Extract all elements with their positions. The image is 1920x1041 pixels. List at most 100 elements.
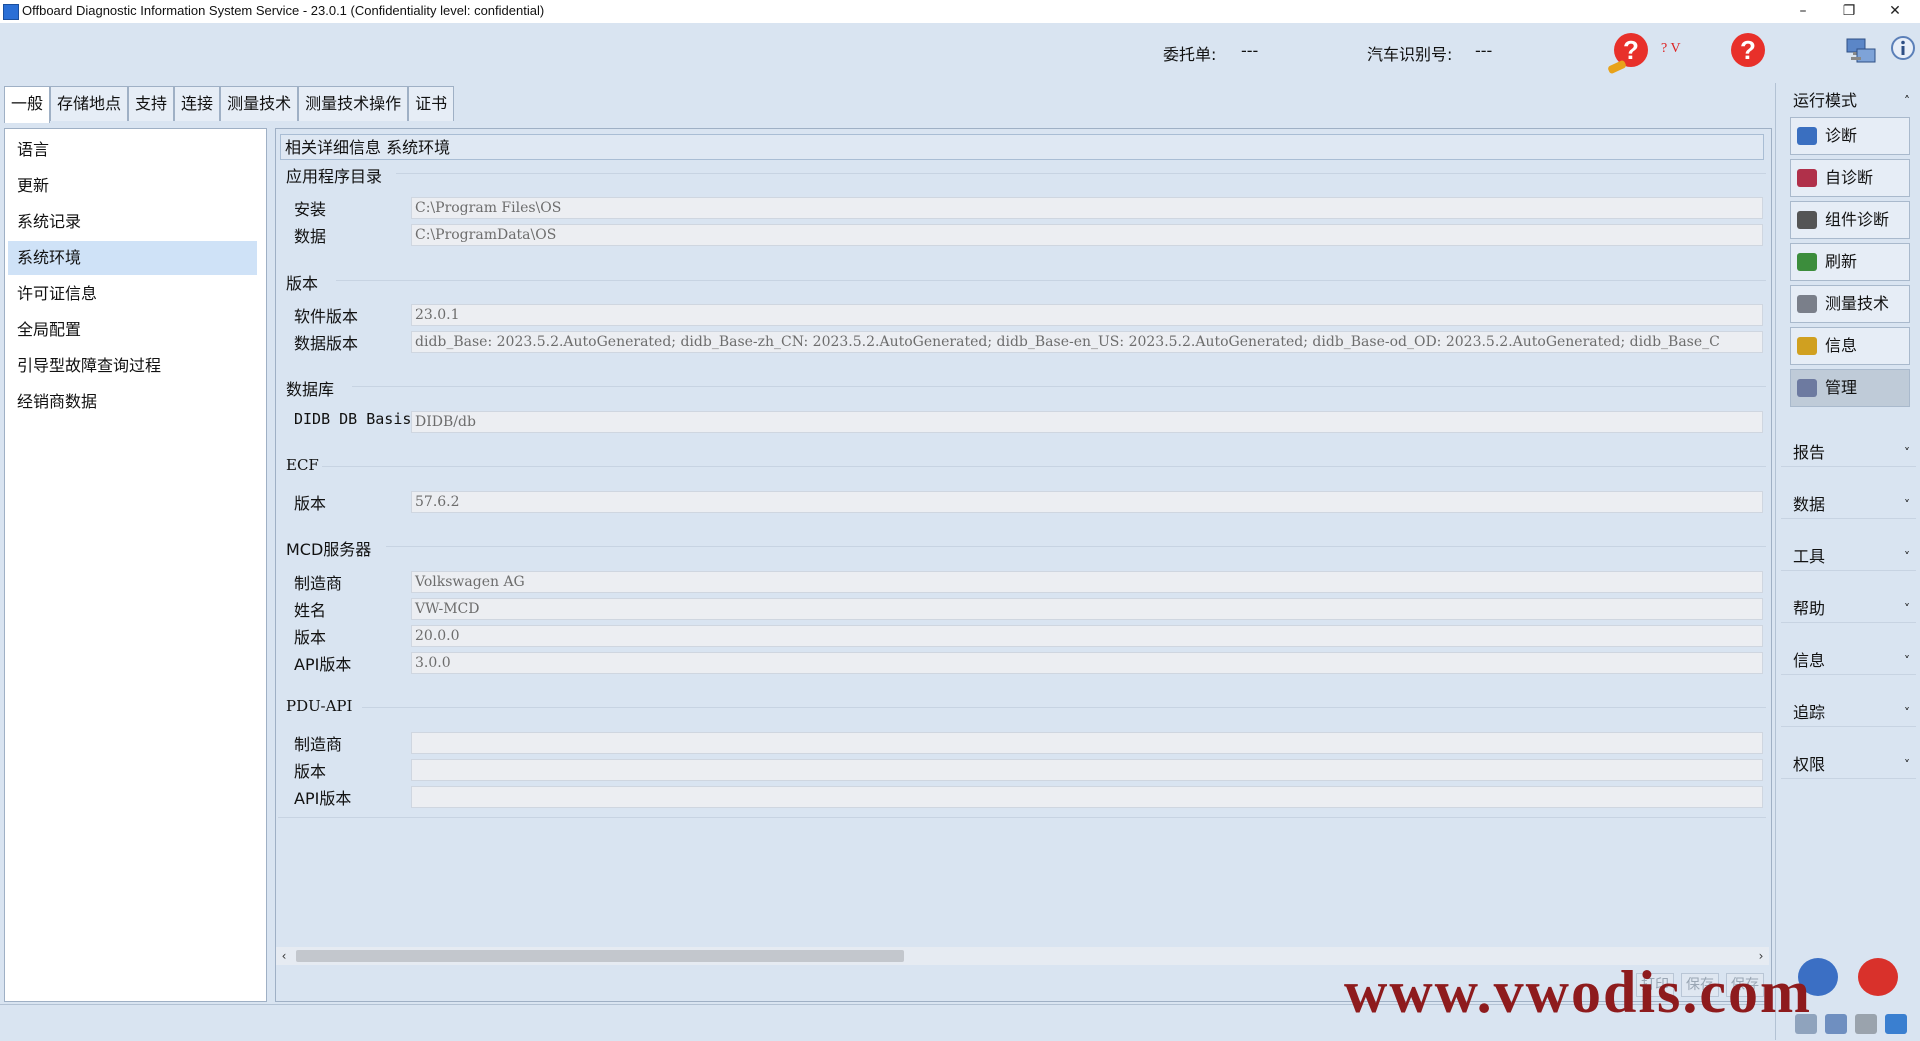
category-list: 语言 更新 系统记录 系统环境 许可证信息 全局配置 引导型故障查询过程 经销商… bbox=[4, 128, 267, 1002]
network-computer-icon[interactable] bbox=[1845, 35, 1876, 65]
section-trace[interactable]: 追踪 ˅ bbox=[1781, 699, 1916, 727]
help-second-icon[interactable]: ? bbox=[1731, 33, 1765, 67]
help-key-shape bbox=[1607, 59, 1627, 75]
info-icon[interactable] bbox=[1890, 35, 1920, 65]
diagnosis-icon bbox=[1797, 127, 1817, 145]
field-ecf-version[interactable]: 57.6.2 bbox=[411, 491, 1763, 513]
field-data-version[interactable]: didb_Base: 2023.5.2.AutoGenerated; didb_… bbox=[411, 331, 1763, 353]
row-label-software-version: 软件版本 bbox=[294, 307, 359, 326]
mode-button-admin[interactable]: 管理 bbox=[1790, 369, 1910, 407]
help-version-text: ? V bbox=[1661, 41, 1681, 56]
tab-connection[interactable]: 连接 bbox=[174, 86, 221, 121]
section-label: 信息 bbox=[1793, 651, 1826, 670]
expand-caret-icon: ˅ bbox=[1904, 758, 1910, 772]
vin-label: 汽车识别号: bbox=[1367, 45, 1453, 64]
mode-button-component-diagnosis[interactable]: 组件诊断 bbox=[1790, 201, 1910, 239]
row-label-mcd-version: 版本 bbox=[294, 628, 327, 647]
field-data-path[interactable]: C:\ProgramData\OS bbox=[411, 224, 1763, 246]
watermark-text: www.vwodis.com bbox=[1344, 959, 1813, 1025]
help-question-icon[interactable]: ? bbox=[1607, 33, 1648, 75]
section-label: 帮助 bbox=[1793, 599, 1826, 618]
sidebar-item-update[interactable]: 更新 bbox=[8, 169, 257, 203]
settings-icon[interactable] bbox=[1825, 1014, 1847, 1034]
section-label: 工具 bbox=[1793, 547, 1826, 566]
operating-mode-label: 运行模式 bbox=[1793, 91, 1858, 110]
header-bar: 委托单: --- 汽车识别号: --- ? ? V ? bbox=[0, 23, 1920, 83]
component-diagnosis-icon bbox=[1797, 211, 1817, 229]
mode-label: 测量技术 bbox=[1825, 294, 1890, 313]
cancel-action-icon[interactable] bbox=[1858, 958, 1898, 996]
help-second-mark: ? bbox=[1740, 35, 1756, 65]
row-label-data-version: 数据版本 bbox=[294, 334, 359, 353]
field-mcd-api-version[interactable]: 3.0.0 bbox=[411, 652, 1763, 674]
sidebar-item-system-log[interactable]: 系统记录 bbox=[8, 205, 257, 239]
sidebar-item-dealer-data[interactable]: 经销商数据 bbox=[8, 385, 257, 419]
sidebar-item-guided-fault-finding[interactable]: 引导型故障查询过程 bbox=[8, 349, 257, 383]
mode-button-measurement[interactable]: 测量技术 bbox=[1790, 285, 1910, 323]
title-bar: Offboard Diagnostic Information System S… bbox=[0, 0, 1920, 23]
settings-tabs: 一般 存储地点 支持 连接 测量技术 测量技术操作 证书 bbox=[4, 86, 455, 123]
field-mcd-manufacturer[interactable]: Volkswagen AG bbox=[411, 571, 1763, 593]
order-value: --- bbox=[1241, 41, 1259, 60]
tab-measurement[interactable]: 测量技术 bbox=[220, 86, 299, 121]
field-pdu-manufacturer[interactable] bbox=[411, 732, 1763, 754]
field-didb-basis[interactable]: DIDB/db bbox=[411, 411, 1763, 433]
field-pdu-api-version[interactable] bbox=[411, 786, 1763, 808]
mode-label: 信息 bbox=[1825, 336, 1858, 355]
field-software-version[interactable]: 23.0.1 bbox=[411, 304, 1763, 326]
section-permissions[interactable]: 权限 ˅ bbox=[1781, 751, 1916, 779]
tab-storage[interactable]: 存储地点 bbox=[50, 86, 129, 121]
camera-icon[interactable] bbox=[1855, 1014, 1877, 1034]
scroll-left-arrow-icon[interactable]: ‹ bbox=[276, 947, 292, 965]
minimize-button[interactable]: – bbox=[1780, 0, 1826, 23]
field-mcd-version[interactable]: 20.0.0 bbox=[411, 625, 1763, 647]
self-diagnosis-icon bbox=[1797, 169, 1817, 187]
operating-mode-header[interactable]: 运行模式 ˄ bbox=[1781, 88, 1916, 114]
restore-button[interactable]: ❐ bbox=[1826, 0, 1872, 23]
row-label-mcd-api-version: API版本 bbox=[294, 655, 352, 674]
row-label-pdu-version: 版本 bbox=[294, 762, 327, 781]
section-label: 权限 bbox=[1793, 755, 1826, 774]
field-mcd-name[interactable]: VW-MCD bbox=[411, 598, 1763, 620]
section-title-version: 版本 bbox=[286, 274, 319, 293]
mode-button-self-diagnosis[interactable]: 自诊断 bbox=[1790, 159, 1910, 197]
field-install-path[interactable]: C:\Program Files\OS bbox=[411, 197, 1763, 219]
row-label-mcd-manufacturer: 制造商 bbox=[294, 574, 343, 593]
mode-label: 诊断 bbox=[1825, 126, 1858, 145]
field-pdu-version[interactable] bbox=[411, 759, 1763, 781]
section-data[interactable]: 数据 ˅ bbox=[1781, 491, 1916, 519]
tab-general[interactable]: 一般 bbox=[4, 86, 51, 123]
tab-measurement-operation[interactable]: 测量技术操作 bbox=[298, 86, 409, 121]
section-tools[interactable]: 工具 ˅ bbox=[1781, 543, 1916, 571]
close-window-button[interactable]: ✕ bbox=[1872, 0, 1918, 23]
disk-icon[interactable] bbox=[1885, 1014, 1907, 1034]
section-report[interactable]: 报告 ˅ bbox=[1781, 439, 1916, 467]
sidebar-item-language[interactable]: 语言 bbox=[8, 133, 257, 167]
section-help[interactable]: 帮助 ˅ bbox=[1781, 595, 1916, 623]
admin-gear-icon bbox=[1797, 379, 1817, 397]
app-icon bbox=[3, 4, 19, 20]
expand-caret-icon: ˅ bbox=[1904, 550, 1910, 564]
scroll-thumb[interactable] bbox=[296, 950, 904, 962]
help-mark: ? bbox=[1623, 35, 1639, 65]
mode-button-diagnosis[interactable]: 诊断 bbox=[1790, 117, 1910, 155]
measurement-icon bbox=[1797, 295, 1817, 313]
content-bottom-border bbox=[278, 817, 1766, 818]
row-label-mcd-name: 姓名 bbox=[294, 601, 327, 620]
section-info[interactable]: 信息 ˅ bbox=[1781, 647, 1916, 675]
mode-label: 组件诊断 bbox=[1825, 210, 1890, 229]
expand-caret-icon: ˅ bbox=[1904, 706, 1910, 720]
section-divider bbox=[322, 466, 1766, 467]
section-title-app-directory: 应用程序目录 bbox=[286, 167, 383, 186]
window-title: Offboard Diagnostic Information System S… bbox=[22, 3, 545, 18]
sidebar-item-system-environment[interactable]: 系统环境 bbox=[8, 241, 257, 275]
tab-certificates[interactable]: 证书 bbox=[408, 86, 455, 121]
sidebar-item-global-config[interactable]: 全局配置 bbox=[8, 313, 257, 347]
tab-support[interactable]: 支持 bbox=[128, 86, 175, 121]
mode-label: 刷新 bbox=[1825, 252, 1858, 271]
mode-button-info[interactable]: 信息 bbox=[1790, 327, 1910, 365]
mode-button-flash[interactable]: 刷新 bbox=[1790, 243, 1910, 281]
details-panel: 相关详细信息 系统环境 应用程序目录 安装 C:\Program Files\O… bbox=[275, 128, 1772, 1002]
row-label-data: 数据 bbox=[294, 227, 327, 246]
sidebar-item-license-info[interactable]: 许可证信息 bbox=[8, 277, 257, 311]
